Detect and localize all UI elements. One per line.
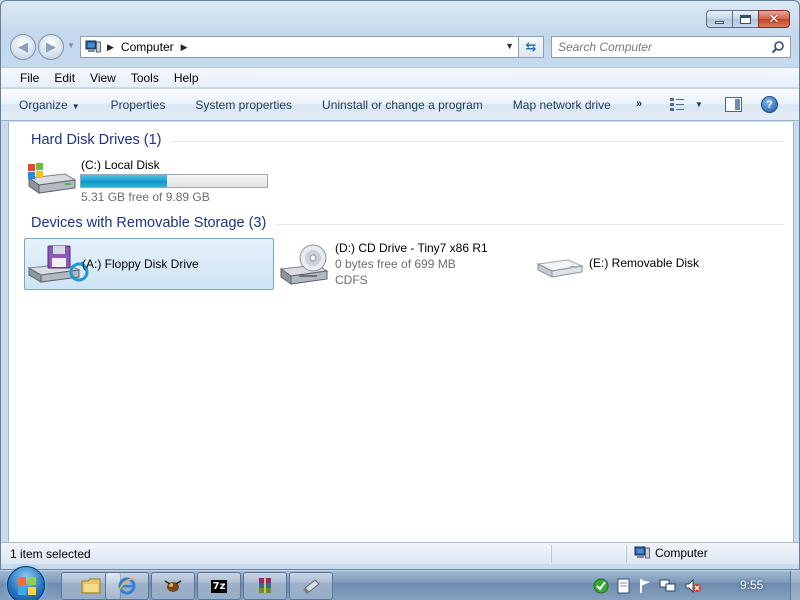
menu-edit[interactable]: Edit	[54, 71, 75, 85]
breadcrumb-chevron-icon[interactable]: ▶	[181, 42, 188, 53]
status-location-label: Computer	[655, 546, 708, 560]
taskbar-usb-tool[interactable]	[289, 572, 333, 600]
breadcrumb-separator-icon[interactable]: ▶	[107, 42, 114, 53]
floppy-drive-icon	[27, 245, 89, 283]
folder-icon	[81, 578, 101, 594]
cd-drive-icon	[279, 244, 329, 285]
menu-tools[interactable]: Tools	[131, 71, 159, 85]
address-bar[interactable]: ▶ Computer ▶ ▼	[80, 36, 518, 58]
drive-label: (D:) CD Drive - Tiny7 x86 R1	[335, 241, 488, 255]
search-icon[interactable]	[771, 40, 785, 54]
menu-help[interactable]: Help	[174, 71, 199, 85]
taskbar-app-bug[interactable]	[151, 572, 195, 600]
status-selection: 1 item selected	[10, 547, 91, 561]
menu-file[interactable]: File	[20, 71, 39, 85]
status-divider	[551, 545, 552, 563]
drive-filesystem: CDFS	[335, 273, 368, 287]
properties-button[interactable]: Properties	[111, 98, 166, 112]
removable-disk-icon	[536, 259, 584, 278]
capacity-bar	[80, 174, 268, 188]
close-icon: ✕	[768, 11, 780, 27]
taskbar: 7z 9:55	[0, 566, 800, 600]
hard-disk-windows-icon	[27, 163, 77, 194]
recent-pages-dropdown[interactable]: ▼	[67, 41, 75, 50]
address-dropdown-icon[interactable]: ▼	[505, 41, 514, 51]
action-center-flag-icon[interactable]	[638, 578, 652, 594]
show-desktop-button[interactable]	[790, 571, 800, 600]
forward-button[interactable]: ▶	[38, 34, 64, 60]
status-bar: 1 item selected Computer	[1, 542, 799, 564]
document-icon[interactable]	[617, 578, 631, 594]
change-view-button[interactable]: ▼	[669, 97, 703, 112]
more-commands-button[interactable]: »	[636, 98, 642, 110]
bug-app-icon	[164, 580, 182, 592]
drive-free-space: 5.31 GB free of 9.89 GB	[81, 190, 210, 204]
file-list-view: Hard Disk Drives (1) (C:) Local Disk 5.3…	[8, 122, 794, 542]
volume-muted-icon[interactable]	[684, 578, 702, 594]
drive-free-space: 0 bytes free of 699 MB	[335, 257, 456, 271]
drive-label: (C:) Local Disk	[81, 158, 160, 172]
group-title-hard-disk: Hard Disk Drives (1)	[31, 132, 162, 148]
maximize-button[interactable]	[732, 10, 759, 28]
search-input[interactable]	[558, 40, 758, 54]
group-title-removable: Devices with Removable Storage (3)	[31, 215, 267, 231]
system-tray	[592, 577, 702, 595]
drive-label: (A:) Floppy Disk Drive	[82, 257, 199, 271]
back-arrow-icon: ◀	[18, 39, 28, 54]
maximize-icon	[740, 14, 751, 24]
forward-arrow-icon: ▶	[46, 39, 56, 54]
start-button[interactable]	[7, 566, 45, 600]
7zip-icon: 7z	[210, 579, 228, 593]
computer-icon	[85, 40, 101, 53]
group-header-removable[interactable]: Devices with Removable Storage (3)	[31, 215, 784, 231]
menu-bar: File Edit View Tools Help	[1, 67, 799, 87]
capacity-bar-fill	[81, 175, 168, 187]
security-shield-icon[interactable]	[592, 577, 610, 595]
command-bar: Organize ▼ Properties System properties U…	[1, 88, 799, 121]
chevron-down-icon: ▼	[71, 101, 80, 111]
menu-view[interactable]: View	[90, 71, 116, 85]
taskbar-internet-explorer[interactable]	[105, 572, 149, 600]
back-button[interactable]: ◀	[10, 34, 36, 60]
group-header-hard-disk[interactable]: Hard Disk Drives (1)	[31, 132, 784, 148]
status-location: Computer	[634, 546, 708, 560]
view-details-icon	[670, 98, 684, 111]
drive-removable-e[interactable]: (E:) Removable Disk	[532, 238, 782, 290]
network-icon[interactable]	[659, 578, 677, 594]
group-divider	[171, 140, 784, 142]
minimize-button[interactable]	[706, 10, 733, 28]
explorer-window: ✕ ◀ ▶ ▼ ▶ Computer ▶ ▼ ⇆ Search Computer…	[0, 0, 800, 570]
computer-icon	[634, 546, 650, 559]
help-icon: ?	[766, 98, 773, 111]
taskbar-7zip[interactable]: 7z	[197, 572, 241, 600]
refresh-button[interactable]: ⇆	[518, 36, 544, 58]
drive-cd-d[interactable]: (D:) CD Drive - Tiny7 x86 R1 0 bytes fre…	[278, 238, 528, 290]
usb-drive-icon	[303, 579, 320, 594]
organize-label: Organize	[19, 97, 68, 112]
close-button[interactable]: ✕	[758, 10, 790, 28]
breadcrumb-computer[interactable]: Computer	[121, 40, 174, 54]
caption-buttons: ✕	[706, 10, 790, 28]
search-box[interactable]	[551, 36, 791, 58]
organize-button[interactable]: Organize ▼	[19, 98, 80, 112]
windows-logo-icon	[18, 577, 36, 595]
taskbar-clock[interactable]: 9:55	[740, 578, 763, 592]
view-dropdown-icon: ▼	[695, 100, 703, 109]
map-network-drive-button[interactable]: Map network drive	[513, 98, 611, 112]
uninstall-program-button[interactable]: Uninstall or change a program	[322, 98, 483, 112]
taskbar-winrar[interactable]	[243, 572, 287, 600]
drive-floppy-a[interactable]: (A:) Floppy Disk Drive	[24, 238, 274, 290]
drive-local-disk-c[interactable]: (C:) Local Disk 5.31 GB free of 9.89 GB	[23, 154, 273, 204]
help-button[interactable]: ?	[761, 96, 778, 113]
navigation-bar: ◀ ▶ ▼ ▶ Computer ▶ ▼ ⇆	[10, 34, 791, 60]
preview-pane-button[interactable]	[725, 97, 742, 112]
system-properties-button[interactable]: System properties	[195, 98, 292, 112]
group-divider	[276, 223, 784, 225]
status-divider	[626, 545, 627, 563]
minimize-icon	[715, 20, 724, 24]
internet-explorer-icon	[118, 577, 137, 595]
winrar-icon	[259, 578, 271, 593]
drive-label: (E:) Removable Disk	[589, 256, 700, 270]
refresh-icon: ⇆	[525, 39, 537, 54]
